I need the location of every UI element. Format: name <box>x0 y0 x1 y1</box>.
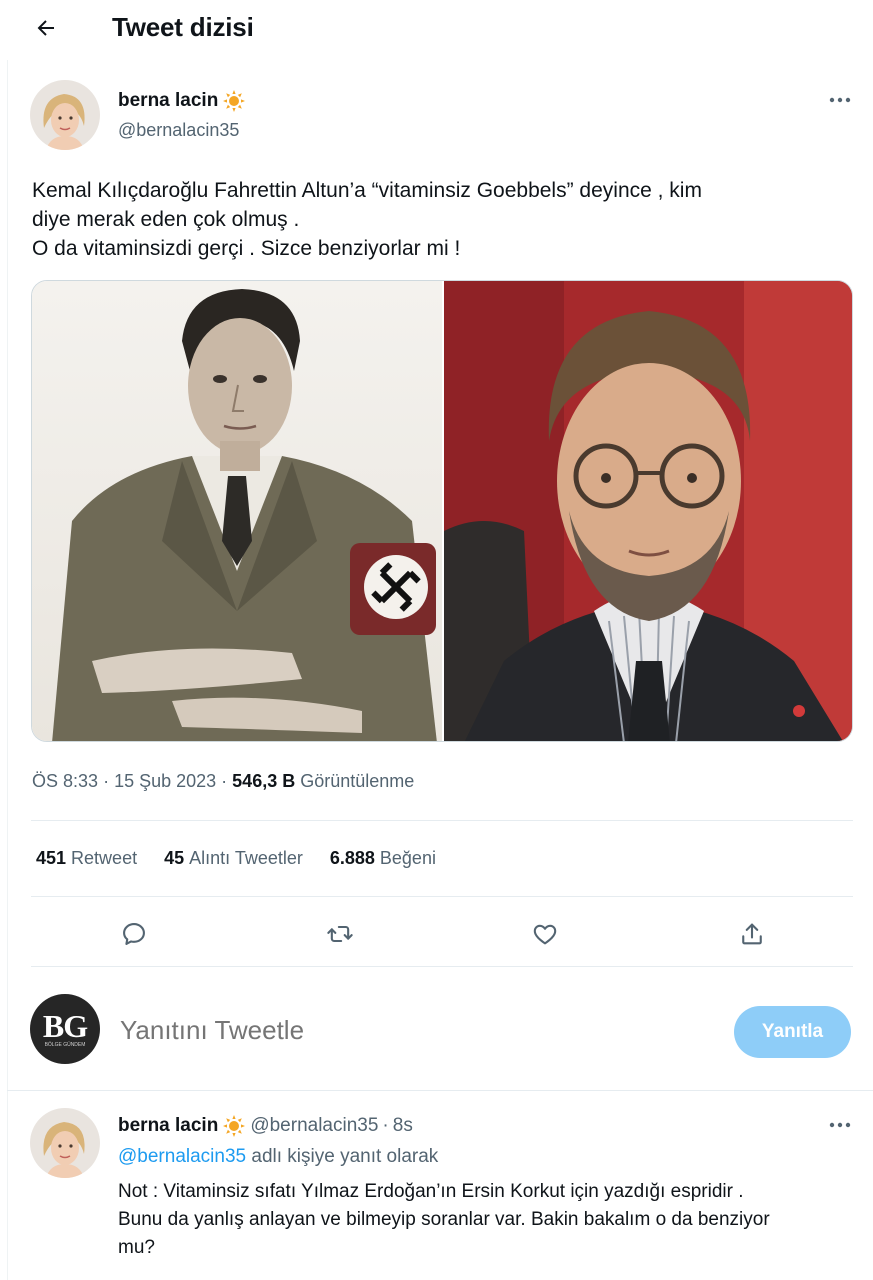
more-options-button[interactable] <box>820 88 860 112</box>
likes-label: Beğeni <box>379 848 436 868</box>
retweets-count: 451 <box>36 848 67 868</box>
reply-icon <box>123 923 145 945</box>
page-header: Tweet dizisi <box>0 0 873 60</box>
page-title: Tweet dizisi <box>112 12 254 42</box>
like-button[interactable] <box>527 916 563 952</box>
views-label: Görüntülenme <box>300 771 415 791</box>
reply-tweet-text: Not : Vitaminsiz sıfatı Yılmaz Erdoğan’ı… <box>118 1178 848 1262</box>
meta-separator: · <box>382 1115 389 1136</box>
quotes-label: Alıntı Tweetler <box>189 848 303 868</box>
quotes-stat[interactable]: 45 Alıntı Tweetler <box>164 848 303 869</box>
back-arrow-icon <box>37 20 54 36</box>
author-handle[interactable]: @bernalacin35 <box>118 120 239 141</box>
reply-button[interactable] <box>116 916 152 952</box>
quotes-count: 45 <box>164 848 185 868</box>
retweets-stat[interactable]: 451 Retweet <box>36 848 137 869</box>
tweet-text-line: O da vitaminsizdi gerçi . Sizce benziyor… <box>32 237 461 260</box>
views-count: 546,3 B <box>232 771 296 791</box>
retweet-button[interactable] <box>322 916 358 952</box>
meta-separator: · <box>221 771 233 791</box>
tweet-date[interactable]: 15 Şub 2023 <box>114 771 216 791</box>
tweet-time[interactable]: ÖS 8:33 <box>32 771 98 791</box>
more-icon <box>829 97 851 103</box>
verified-sun-badge-icon <box>223 1115 246 1137</box>
replying-to-suffix: adlı kişiye yanıt olarak <box>251 1146 439 1167</box>
more-icon <box>829 1122 851 1128</box>
tweet-actions <box>0 912 873 956</box>
tweet-meta: ÖS 8:33 · 15 Şub 2023 · 546,3 B Görüntül… <box>32 771 414 792</box>
verified-sun-badge-icon <box>223 90 246 112</box>
likes-stat[interactable]: 6.888 Beğeni <box>330 848 436 869</box>
author-name[interactable]: berna lacin <box>118 89 246 113</box>
tweet-text: Kemal Kılıçdaroğlu Fahrettin Altun’a “vi… <box>32 176 842 263</box>
like-icon <box>533 924 557 945</box>
retweet-icon <box>327 925 353 943</box>
likes-count: 6.888 <box>329 848 375 868</box>
tweet-stats: 451 Retweet 45 Alıntı Tweetler 6.888 Beğeni <box>36 848 436 869</box>
tweet-text-line: Kemal Kılıçdaroğlu Fahrettin Altun’a “vi… <box>32 179 702 202</box>
meta-separator: · <box>103 771 115 791</box>
reply-text-line: Bunu da yanlış anlayan ve bilmeyip soran… <box>118 1209 770 1230</box>
column-border <box>7 60 8 1280</box>
reply-more-options-button[interactable] <box>820 1113 860 1137</box>
replying-to-link[interactable]: @bernalacin35 <box>118 1146 246 1167</box>
reply-author-handle[interactable]: @bernalacin35 <box>250 1115 378 1137</box>
author-avatar[interactable] <box>30 80 100 150</box>
reply-submit-button[interactable]: Yanıtla <box>734 1006 851 1058</box>
media-photo-left[interactable] <box>32 281 442 741</box>
author-name-text: berna lacin <box>118 90 219 111</box>
tweet-media[interactable] <box>31 280 853 742</box>
reply-time-ago[interactable]: 8s <box>393 1115 413 1137</box>
divider <box>7 1090 873 1091</box>
reply-input[interactable] <box>120 1015 680 1046</box>
composer-avatar[interactable]: BG BÖLGE GÜNDEM <box>30 994 100 1064</box>
divider <box>31 966 853 967</box>
replying-to: @bernalacin35 adlı kişiye yanıt olarak <box>118 1146 438 1168</box>
tweet-text-line: diye merak eden çok olmuş . <box>32 208 300 231</box>
share-button[interactable] <box>734 916 770 952</box>
reply-text-line: mu? <box>118 1237 155 1258</box>
share-icon <box>742 923 762 945</box>
avatar-logo-text: BG <box>42 1008 88 1044</box>
reply-composer: BG BÖLGE GÜNDEM Yanıtla <box>0 990 873 1070</box>
reply-text-line: Not : Vitaminsiz sıfatı Yılmaz Erdoğan’ı… <box>118 1181 744 1202</box>
avatar-logo-subtext: BÖLGE GÜNDEM <box>44 1042 86 1048</box>
reply-author-name[interactable]: berna lacin <box>118 1115 218 1137</box>
reply-author-avatar[interactable] <box>30 1108 100 1178</box>
divider <box>31 896 853 897</box>
retweets-label: Retweet <box>71 848 138 868</box>
back-button[interactable] <box>24 8 68 48</box>
reply-author-line: berna lacin @bernalacin35 · 8s <box>118 1114 413 1138</box>
divider <box>31 820 853 821</box>
media-photo-right[interactable] <box>442 281 852 741</box>
